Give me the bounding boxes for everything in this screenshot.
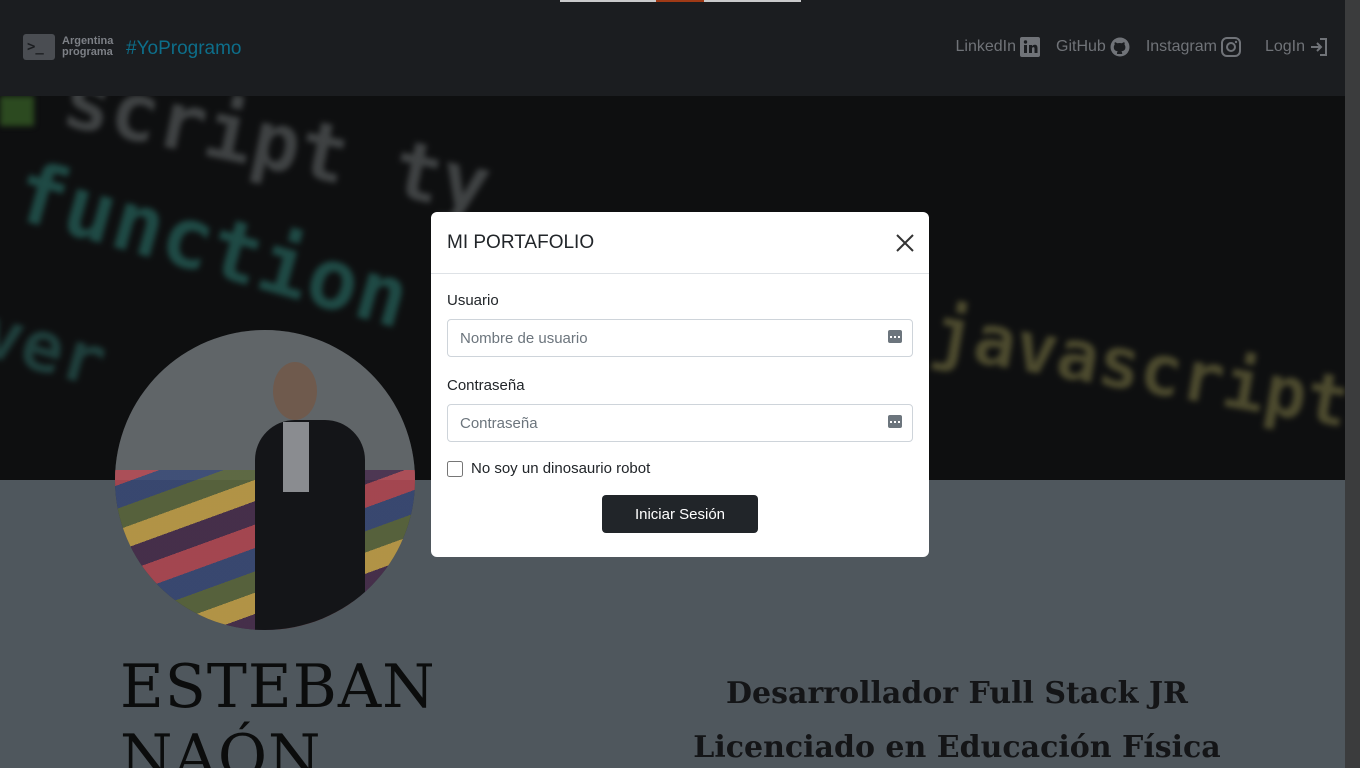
profile-name-line1: ESTEBAN xyxy=(120,652,436,722)
username-label: Usuario xyxy=(447,292,499,309)
robot-check-row: No soy un dinosaurio robot xyxy=(447,460,913,477)
modal-header: MI PORTAFOLIO xyxy=(431,212,929,274)
profile-role: Desarrollador Full Stack JR xyxy=(726,676,1188,711)
nav-link-linkedin[interactable]: LinkedIn xyxy=(956,37,1041,57)
banner-code-decoration: ver xyxy=(0,290,116,404)
close-icon[interactable] xyxy=(895,233,915,253)
profile-name-line2: NAÓN xyxy=(120,722,322,768)
profile-photo xyxy=(115,330,415,630)
page-scrollbar[interactable] xyxy=(1345,0,1360,768)
github-icon xyxy=(1110,37,1130,57)
profile-name: ESTEBAN NAÓN xyxy=(120,652,436,768)
autofill-icon[interactable] xyxy=(888,415,902,428)
username-input[interactable] xyxy=(447,319,913,357)
instagram-icon xyxy=(1220,37,1241,57)
tab-progress-strip xyxy=(560,0,801,2)
username-field-wrap xyxy=(447,319,913,357)
password-label: Contraseña xyxy=(447,377,525,394)
nav-link-instagram[interactable]: Instagram xyxy=(1146,37,1241,57)
robot-checkbox[interactable] xyxy=(447,460,463,477)
nav-link-label: LogIn xyxy=(1264,38,1305,55)
password-field-wrap xyxy=(447,404,913,442)
modal-title: MI PORTAFOLIO xyxy=(447,231,595,253)
nav-link-label: GitHub xyxy=(1056,38,1106,55)
profile-role: Licenciado en Educación Física xyxy=(693,730,1221,765)
modal-body: Usuario Contraseña No soy un dinosaurio … xyxy=(431,274,929,533)
brand-logo[interactable]: >_ Argentina programa xyxy=(23,34,113,60)
autofill-icon[interactable] xyxy=(888,330,902,343)
brand-tagline[interactable]: #YoProgramo xyxy=(126,38,241,60)
linkedin-icon xyxy=(1020,37,1041,57)
password-input[interactable] xyxy=(447,404,913,442)
nav-link-github[interactable]: GitHub xyxy=(1056,37,1130,57)
nav-link-label: Instagram xyxy=(1145,38,1217,55)
nav-links: LinkedIn GitHub Instagram LogIn xyxy=(940,37,1329,57)
brand-line2: programa xyxy=(62,46,113,58)
top-navbar: >_ Argentina programa #YoProgramo Linked… xyxy=(0,0,1345,96)
robot-checkbox-label: No soy un dinosaurio robot xyxy=(471,460,651,477)
nav-link-login[interactable]: LogIn xyxy=(1265,37,1329,57)
banner-code-decoration: javascript xyxy=(926,290,1345,444)
login-icon xyxy=(1309,37,1329,57)
login-modal: MI PORTAFOLIO Usuario Contraseña No soy … xyxy=(431,212,929,557)
banner-code-decoration xyxy=(0,96,34,126)
brand-text: Argentina programa xyxy=(62,36,113,58)
nav-link-label: LinkedIn xyxy=(955,38,1017,55)
terminal-icon: >_ xyxy=(23,34,55,60)
progress-segment xyxy=(656,0,704,2)
login-submit-button[interactable]: Iniciar Sesión xyxy=(602,495,758,533)
